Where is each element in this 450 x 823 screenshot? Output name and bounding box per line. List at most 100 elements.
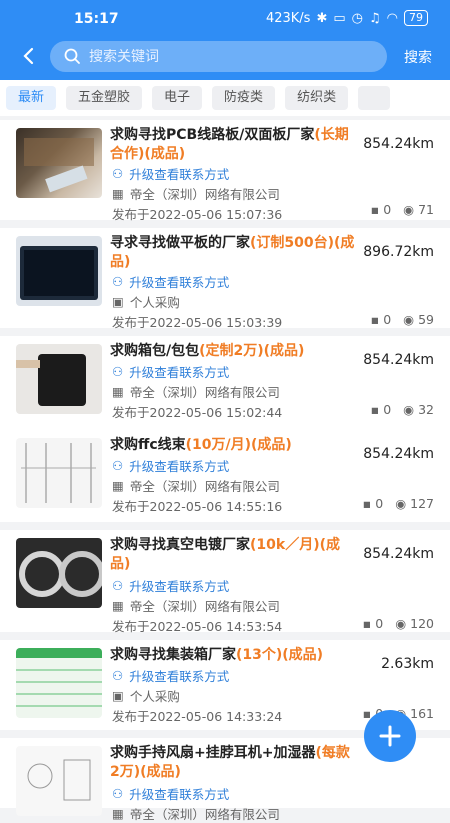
listing-date: 发布于2022-05-06 15:03:39 xyxy=(112,315,283,330)
listing-thumbnail xyxy=(16,648,102,718)
building-icon: ▦ xyxy=(112,186,124,201)
building-icon: ▦ xyxy=(112,806,124,821)
listing-thumbnail xyxy=(16,344,102,414)
upgrade-contact-link[interactable]: ⚇ 升级查看联系方式 xyxy=(112,456,229,475)
listing-distance: 896.72km xyxy=(363,244,434,260)
search-navbar: 搜索 xyxy=(0,38,450,76)
pcb-board-image xyxy=(24,138,94,193)
listing-title: 求购手持风扇+挂脖耳机+加湿器(每款2万)(成品) xyxy=(110,745,350,780)
person-icon: ⚇ xyxy=(112,274,124,289)
listing-date: 发布于2022-05-06 15:07:36 xyxy=(112,207,283,222)
view-count: ◉ 120 xyxy=(395,616,434,631)
listing-distance: 854.24km xyxy=(363,546,434,562)
upgrade-contact-link[interactable]: ⚇ 升级查看联系方式 xyxy=(112,362,229,381)
eye-icon: ◉ xyxy=(403,202,415,217)
tablet-image xyxy=(20,246,98,300)
listing-title: 求购ffc线束(10万/月)(成品) xyxy=(110,437,292,453)
comment-icon: ▪ xyxy=(370,202,380,217)
tab-more[interactable] xyxy=(358,86,391,110)
mute-icon: ♫ xyxy=(369,10,381,26)
list-item[interactable]: 求购寻找PCB线路板/双面板厂家(长期合作)(成品) 854.24km ⚇ 升级查… xyxy=(0,120,450,222)
tab-hardware-plastic[interactable]: 五金塑胶 xyxy=(66,86,143,110)
view-count: ◉ 59 xyxy=(403,312,434,327)
app-header: 15:17 423K/s ✱ ▭ ◷ ♫ ◠ 79 搜索 xyxy=(0,0,450,80)
briefcase-icon: ▣ xyxy=(112,688,124,703)
buyer-company: ▣ 个人采购 xyxy=(112,294,180,310)
listing-stats: ▪ 0 ◉ 32 xyxy=(371,402,434,417)
product-sketch-image xyxy=(27,759,91,801)
building-icon: ▦ xyxy=(112,478,124,493)
comment-count: ▪0 xyxy=(362,616,384,631)
comment-icon: ▪ xyxy=(370,312,380,327)
alarm-icon: ◷ xyxy=(351,10,363,26)
person-icon: ⚇ xyxy=(112,166,124,181)
briefcase-icon: ▣ xyxy=(112,294,124,309)
listing-thumbnail xyxy=(16,746,102,816)
bluetooth-icon: ✱ xyxy=(316,10,328,26)
listing-date: 发布于2022-05-06 15:02:44 xyxy=(112,405,283,420)
listing-stats: ▪ 0 ◉ 120 xyxy=(363,616,434,631)
view-count: ◉ 71 xyxy=(403,202,434,217)
list-item[interactable]: 求购箱包/包包(定制2万)(成品) 854.24km ⚇ 升级查看联系方式 ▦ 帝全… xyxy=(0,336,450,436)
search-button[interactable]: 搜索 xyxy=(404,47,432,67)
comment-icon: ▪ xyxy=(370,402,380,417)
add-request-button[interactable] xyxy=(364,710,416,762)
upgrade-contact-link[interactable]: ⚇ 升级查看联系方式 xyxy=(112,164,229,183)
comment-count: ▪0 xyxy=(370,312,392,327)
comment-count: ▪0 xyxy=(370,402,392,417)
network-speed: 423K/s xyxy=(265,10,311,26)
comment-count: ▪0 xyxy=(362,496,384,511)
buyer-company: ▦ 帝全（深圳）网络有限公司 xyxy=(112,478,280,494)
search-box[interactable] xyxy=(50,41,387,72)
comment-icon: ▪ xyxy=(362,616,372,631)
spreadsheet-image xyxy=(16,648,102,707)
back-button[interactable] xyxy=(14,42,42,70)
listing-distance: 854.24km xyxy=(363,352,434,368)
listing-thumbnail xyxy=(16,128,102,198)
view-count: ◉ 32 xyxy=(403,402,434,417)
buyer-company: ▣ 个人采购 xyxy=(112,688,180,704)
listing-title: 寻求寻找做平板的厂家(订制500台)(成品) xyxy=(110,235,355,270)
category-tabs: 最新 五金塑胶 电子 防疫类 纺织类 xyxy=(0,80,450,116)
upgrade-contact-link[interactable]: ⚇ 升级查看联系方式 xyxy=(112,666,229,685)
person-icon: ⚇ xyxy=(112,668,124,683)
view-count: ◉ 127 xyxy=(395,496,434,511)
upgrade-contact-link[interactable]: ⚇ 升级查看联系方式 xyxy=(112,272,229,291)
eye-icon: ◉ xyxy=(403,402,415,417)
listing-date: 发布于2022-05-06 14:53:54 xyxy=(112,619,283,634)
eye-icon: ◉ xyxy=(395,496,407,511)
building-icon: ▦ xyxy=(112,384,124,399)
listing-stats: ▪ 0 ◉ 127 xyxy=(363,496,434,511)
comment-count: ▪0 xyxy=(370,202,392,217)
listing-title: 求购箱包/包包(定制2万)(成品) xyxy=(110,343,305,359)
listing-distance: 854.24km xyxy=(363,446,434,462)
list-item[interactable]: 求购ffc线束(10万/月)(成品) 854.24km ⚇ 升级查看联系方式 ▦ 帝… xyxy=(0,430,450,522)
status-icons: 423K/s ✱ ▭ ◷ ♫ ◠ 79 xyxy=(266,10,428,26)
upgrade-contact-link[interactable]: ⚇ 升级查看联系方式 xyxy=(112,576,229,595)
status-time: 15:17 xyxy=(74,11,119,27)
upgrade-contact-link[interactable]: ⚇ 升级查看联系方式 xyxy=(112,784,229,803)
wifi-icon: ◠ xyxy=(386,10,398,26)
tab-latest[interactable]: 最新 xyxy=(6,86,57,110)
tab-textile[interactable]: 纺织类 xyxy=(285,86,349,110)
building-icon: ▦ xyxy=(112,598,124,613)
buyer-company: ▦ 帝全（深圳）网络有限公司 xyxy=(112,384,280,400)
listing-title: 求购寻找集装箱厂家(13个)(成品) xyxy=(110,647,324,663)
battery-indicator: 79 xyxy=(404,10,428,26)
listing-date: 发布于2022-05-06 14:33:24 xyxy=(112,709,283,724)
search-icon xyxy=(64,48,80,64)
listing-date: 发布于2022-05-06 14:55:16 xyxy=(112,499,283,514)
list-item[interactable]: 寻求寻找做平板的厂家(订制500台)(成品) 896.72km ⚇ 升级查看联系方… xyxy=(0,228,450,330)
comment-icon: ▪ xyxy=(362,496,372,511)
listing-distance: 2.63km xyxy=(381,656,434,672)
status-bar: 15:17 423K/s ✱ ▭ ◷ ♫ ◠ 79 xyxy=(0,0,450,38)
buyer-company: ▦ 帝全（深圳）网络有限公司 xyxy=(112,598,280,614)
listing-stats: ▪ 0 ◉ 59 xyxy=(371,312,434,327)
tab-epidemic[interactable]: 防疫类 xyxy=(212,86,276,110)
listing-thumbnail xyxy=(16,438,102,508)
eye-icon: ◉ xyxy=(395,616,407,631)
chevron-left-icon xyxy=(23,47,34,65)
search-input[interactable] xyxy=(89,48,349,65)
tab-electronics[interactable]: 电子 xyxy=(152,86,203,110)
list-item[interactable]: 求购寻找真空电镀厂家(10k／月)(成品) 854.24km ⚇ 升级查看联系方式… xyxy=(0,530,450,634)
